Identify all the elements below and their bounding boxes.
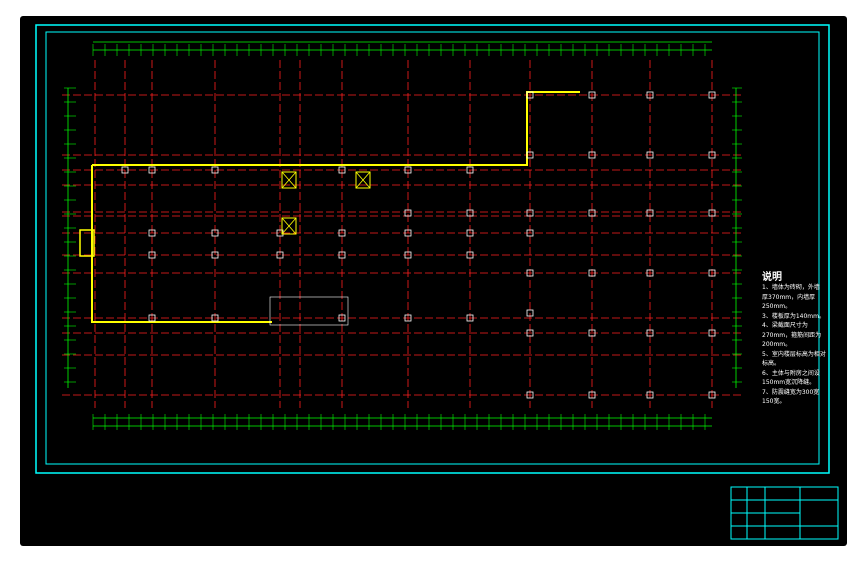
note-line: 4、梁截面尺寸为 [762,322,808,329]
note-line: 7、防震缝宽为300宽 [762,388,820,396]
axis-grid [62,60,742,408]
note-line: 150mm宽沉降缝。 [762,379,816,386]
dimension-lines [64,41,742,430]
wall-west-south [91,165,272,323]
stairwell [281,217,297,235]
walls [79,91,580,326]
note-line: 1、墙体为砖砌，外墙 [762,284,820,291]
notes-title: 说明 [762,272,782,283]
note-line: 3、楼板厚为140mm。 [762,312,825,320]
sheet-inner-frame [45,31,820,465]
note-line: 270mm，箍筋间距为 [762,331,822,339]
note-line: 6、主体与附房之间设 [762,369,820,377]
floor-plan-drawing [35,24,839,540]
note-line: 标高。 [762,360,781,367]
note-line: 200mm。 [762,341,792,348]
stairwell [355,171,371,189]
note-line: 150宽。 [762,398,786,405]
stairwells [281,171,371,235]
title-block [730,486,839,540]
projection-outline [269,296,349,326]
note-line: 250mm。 [762,303,792,310]
stairwell [281,171,297,189]
note-line: 5、室内楼层标高为相对 [762,350,826,358]
columns [121,91,716,399]
note-line: 厚370mm，内墙厚 [762,293,816,301]
wall-north [92,91,580,166]
